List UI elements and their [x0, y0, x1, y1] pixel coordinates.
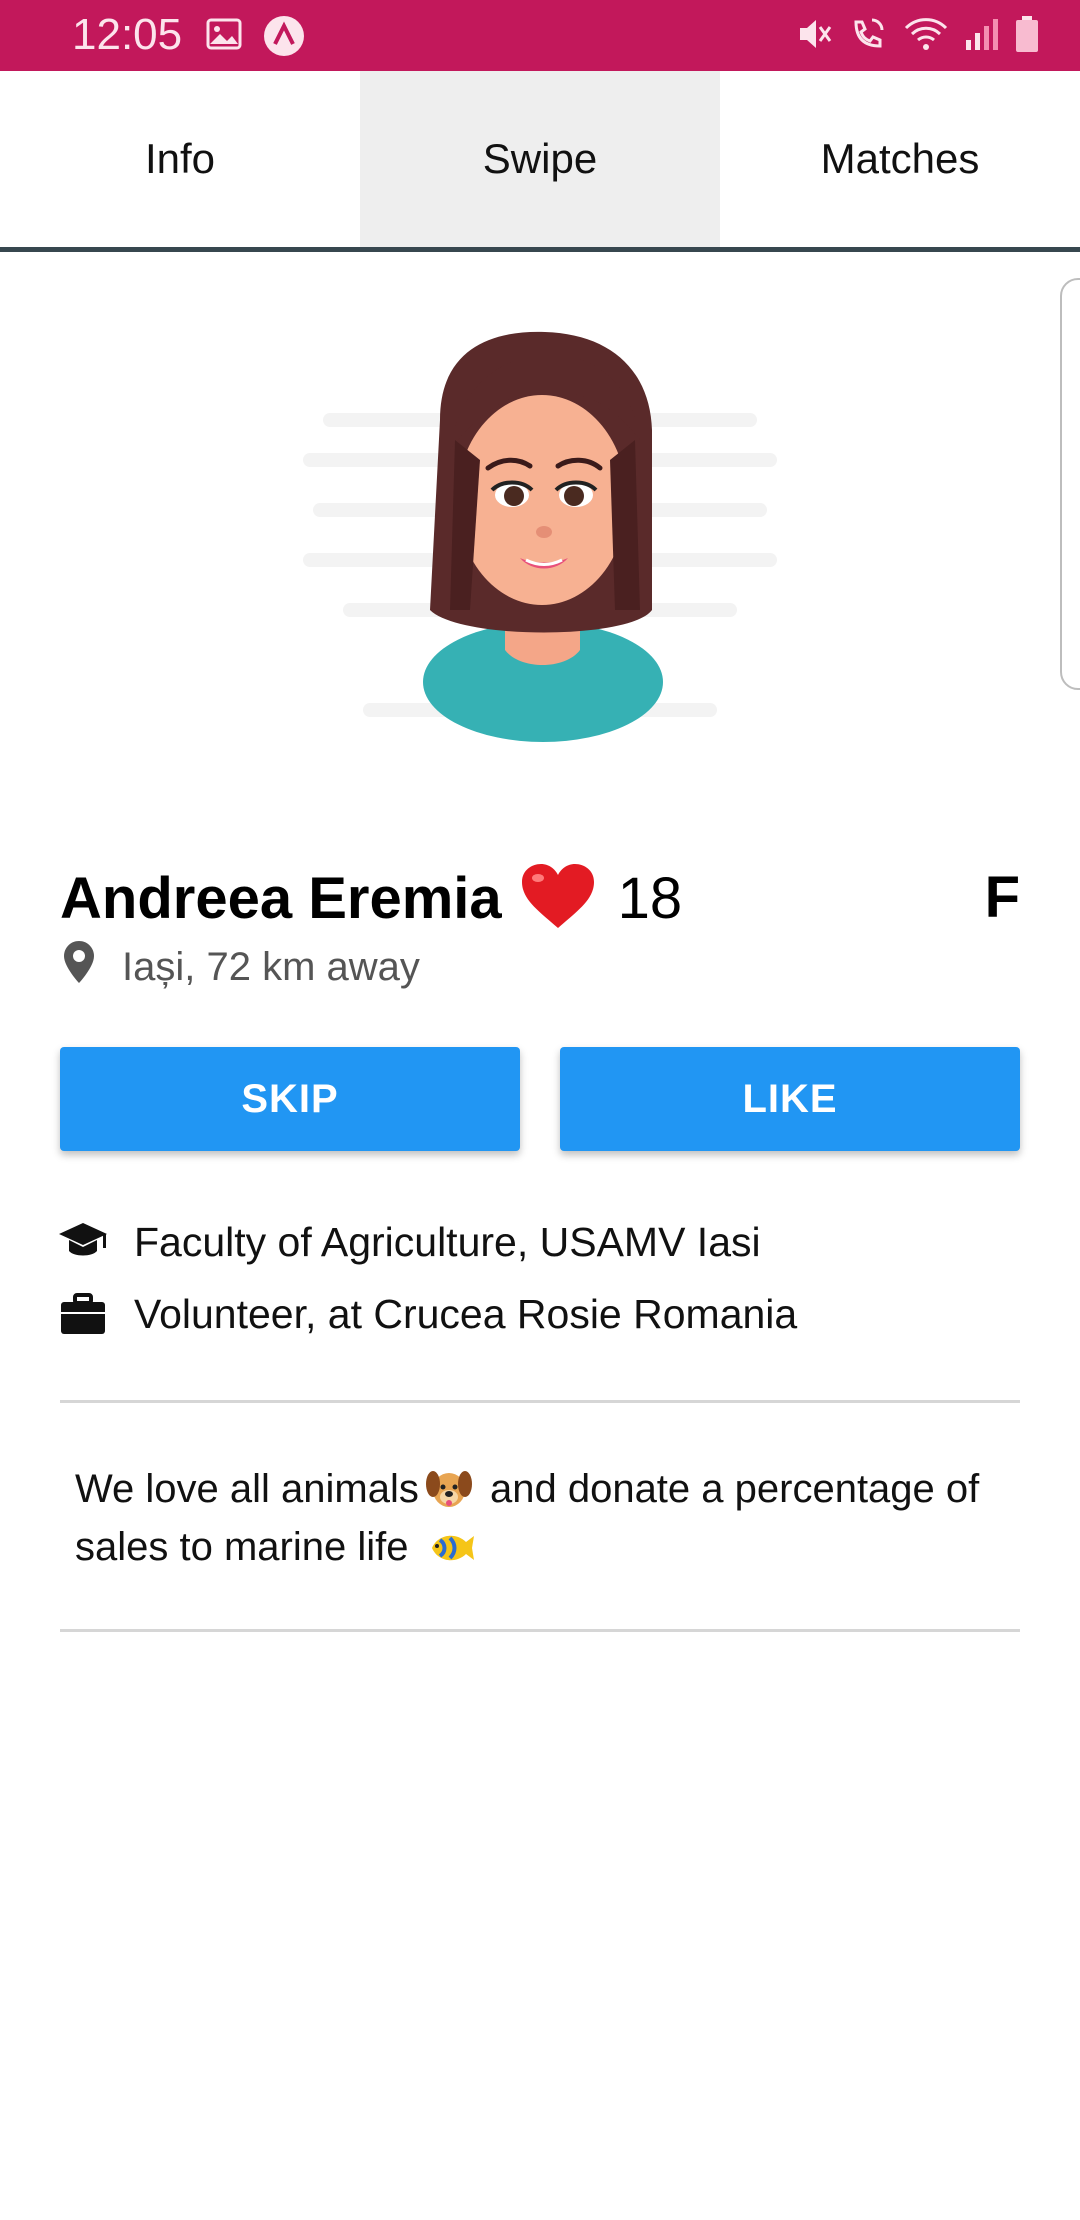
briefcase-icon — [58, 1293, 108, 1335]
dog-emoji-icon — [425, 1466, 473, 1522]
divider — [60, 1629, 1020, 1632]
status-bar: 12:05 — [0, 0, 1080, 71]
tab-info[interactable]: Info — [0, 71, 360, 247]
profile-header: Andreea Eremia 18 F — [60, 858, 1020, 938]
like-button[interactable]: LIKE — [560, 1047, 1020, 1151]
wifi-calling-icon — [848, 14, 888, 54]
location-pin-icon — [64, 941, 94, 993]
tab-swipe-label: Swipe — [482, 135, 598, 182]
tab-bar: Info Swipe Matches — [0, 71, 1080, 252]
side-drawer-handle[interactable] — [1060, 278, 1080, 690]
tab-matches[interactable]: Matches — [720, 71, 1080, 247]
graduation-cap-icon — [58, 1221, 108, 1263]
work-row: Volunteer, at Crucea Rosie Romania — [58, 1284, 797, 1344]
mute-icon — [794, 14, 834, 54]
image-icon — [204, 14, 244, 58]
app-notification-icon — [262, 14, 306, 58]
skip-button-label: SKIP — [241, 1076, 339, 1121]
profile-name: Andreea Eremia — [60, 865, 502, 931]
tab-info-label: Info — [144, 135, 216, 182]
status-time: 12:05 — [72, 10, 183, 59]
profile-gender: F — [984, 865, 1020, 930]
profile-photo[interactable] — [290, 310, 790, 790]
bio-part-1: We love all animals — [75, 1467, 419, 1511]
profile-age: 18 — [617, 865, 683, 931]
skip-button[interactable]: SKIP — [60, 1047, 520, 1151]
education-row: Faculty of Agriculture, USAMV Iasi — [58, 1212, 761, 1272]
location-row: Iași, 72 km away — [64, 940, 420, 994]
tab-matches-label: Matches — [820, 135, 980, 182]
battery-icon — [1014, 14, 1040, 54]
location-text: Iași, 72 km away — [122, 944, 420, 989]
fish-emoji-icon — [426, 1528, 476, 1580]
divider — [60, 1400, 1020, 1403]
wifi-icon — [902, 14, 950, 54]
education-text: Faculty of Agriculture, USAMV Iasi — [134, 1218, 761, 1265]
work-text: Volunteer, at Crucea Rosie Romania — [134, 1290, 798, 1337]
tab-swipe[interactable]: Swipe — [360, 71, 720, 247]
signal-icon — [964, 16, 1000, 52]
like-button-label: LIKE — [742, 1076, 838, 1121]
heart-icon — [520, 862, 596, 935]
bio-text: We love all animals and donate a percent… — [75, 1464, 995, 1580]
